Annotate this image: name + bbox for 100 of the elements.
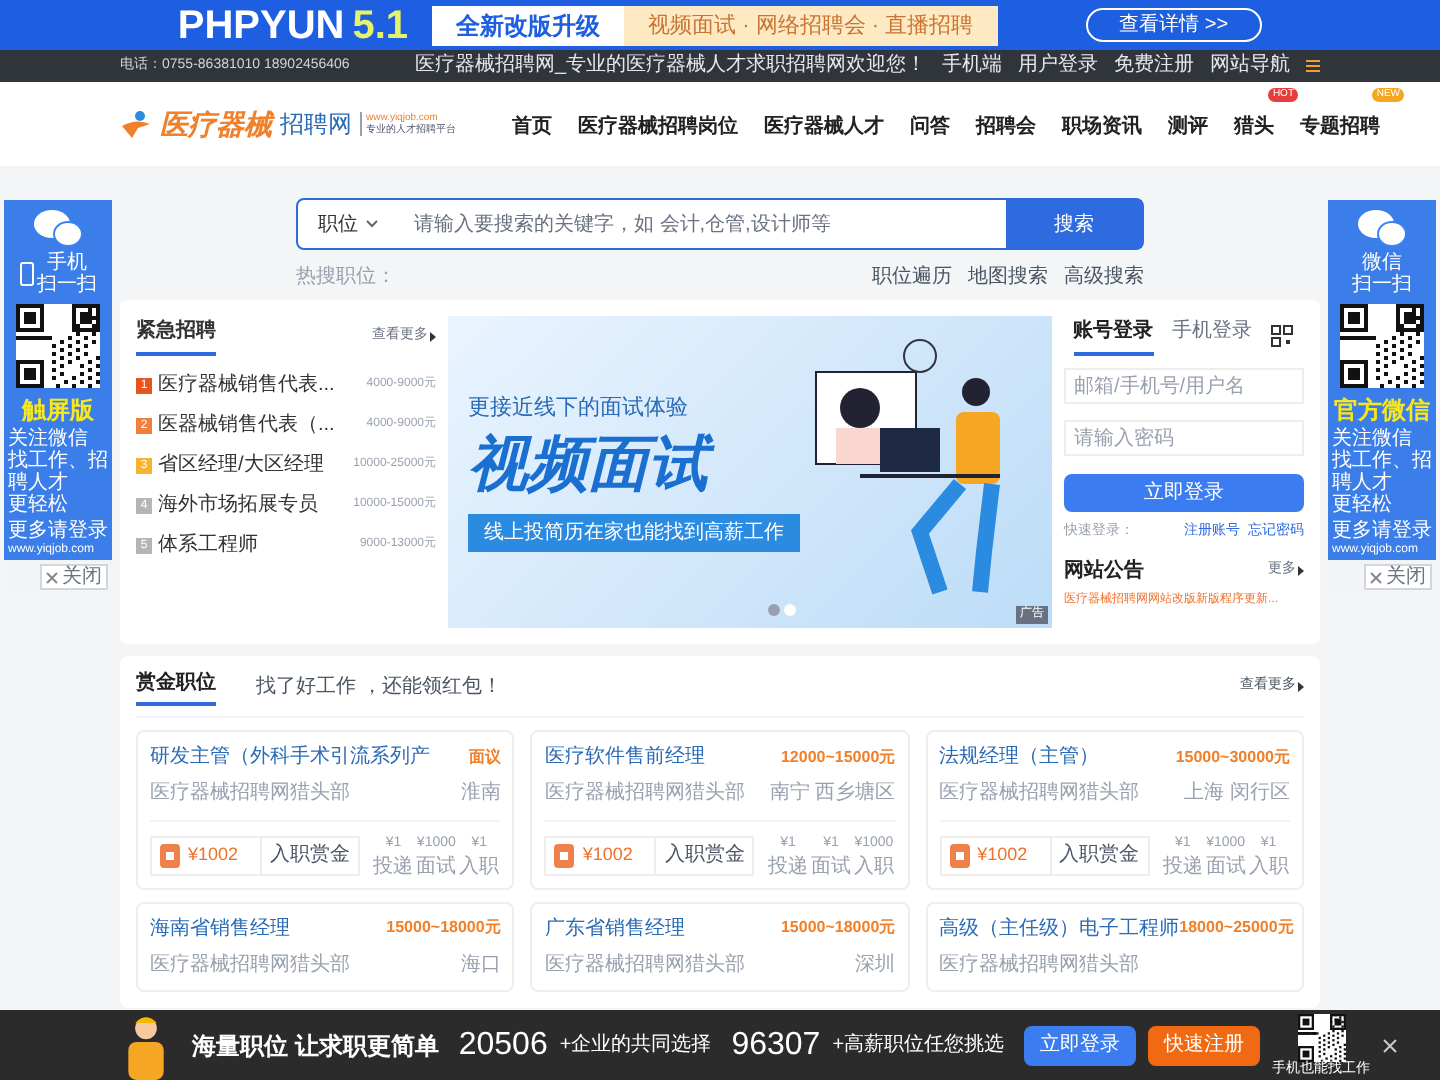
job-link[interactable]: 体系工程师 [158, 530, 258, 560]
reward-label: 入职赏金 [654, 835, 753, 876]
ad-text: 更轻松 [8, 494, 70, 516]
job-title[interactable]: 法规经理（主管） [939, 742, 1100, 772]
step-label: 投递 [373, 855, 414, 877]
job-link[interactable]: 海外市场拓展专员 [158, 490, 318, 520]
nav-link[interactable]: 医疗器械招聘岗位 [578, 116, 738, 138]
company-name: 医疗器械招聘网猎头部 [544, 779, 745, 808]
search-link[interactable]: 高级搜索 [1064, 262, 1144, 292]
job-salary: 15000~30000元 [1175, 745, 1290, 769]
reward-label: 入职赏金 [260, 835, 358, 876]
nav-link[interactable]: 猎头 [1234, 116, 1274, 138]
menu-icon[interactable] [1306, 60, 1320, 72]
job-location: 淮南 [460, 779, 501, 808]
runner-logo-icon [120, 110, 152, 138]
search-field[interactable]: 职位 请输入要搜索的关键字，如 会计,仓管,设计师等 搜索 [296, 198, 1144, 250]
company-name: 医疗器械招聘网猎头部 [150, 951, 350, 979]
login-button[interactable]: 立即登录 [1064, 474, 1304, 512]
banner-headline: 全新改版升级 [432, 5, 625, 45]
company-count-label: +企业的共同选择 [559, 1031, 712, 1060]
top-link[interactable]: 网站导航 [1210, 54, 1290, 78]
banner-subtitle: 更接近线下的面试体验 [468, 393, 690, 425]
close-button[interactable]: 关闭 [40, 564, 108, 590]
nav-link[interactable]: 医疗器械人才 [764, 116, 884, 138]
top-link[interactable]: 用户登录 [1018, 54, 1098, 78]
step-label: 面试 [810, 855, 851, 877]
nav-link[interactable]: 招聘会 [976, 116, 1036, 138]
step-label: 入职 [1248, 855, 1289, 877]
ad-title: 触屏版 [22, 394, 94, 427]
details-button[interactable]: 查看详情 >> [1085, 8, 1263, 42]
promo-banner[interactable]: PHPYUN 5.1 全新改版升级 视频面试 · 网络招聘会 · 直播招聘 查看详情 >> [0, 0, 1440, 50]
banner-tagline: 视频面试 · 网络招聘会 · 直播招聘 [624, 5, 998, 45]
caret-right-icon [1298, 565, 1304, 575]
job-link[interactable]: 医器械销售代表（... [158, 410, 335, 440]
qr-code-icon[interactable] [1270, 324, 1295, 348]
welcome-text: 医疗器械招聘网_专业的医疗器械人才求职招聘网欢迎您！ [414, 54, 926, 78]
section-subtitle: 找了好工作 ，还能领红包！ [256, 673, 502, 702]
reward-label: 入职赏金 [1049, 835, 1148, 876]
job-salary: 18000~25000元 [1179, 916, 1294, 940]
login-tab[interactable]: 账号登录 [1073, 316, 1154, 356]
qr-code [1297, 1013, 1346, 1061]
close-icon[interactable] [1382, 1037, 1399, 1053]
nav-link[interactable]: 职场资讯 [1062, 116, 1142, 138]
nav-link[interactable]: 首页 [512, 116, 552, 138]
top-link[interactable]: 免费注册 [1114, 54, 1194, 78]
job-link[interactable]: 医疗器械销售代表... [158, 370, 335, 400]
job-title[interactable]: 广东省销售经理 [544, 913, 685, 943]
top-link[interactable]: 手机端 [942, 54, 1002, 78]
ad-more: 更多请登录 [8, 520, 108, 542]
job-card[interactable]: 海南省销售经理 15000~18000元 医疗器械招聘网猎头部 海口 [136, 901, 515, 991]
version-number: 5.1 [352, 5, 409, 45]
company-name: 医疗器械招聘网猎头部 [150, 779, 350, 808]
search-link[interactable]: 职位遍历 [872, 262, 952, 292]
username-field[interactable]: 邮箱/手机号/用户名 [1064, 368, 1304, 404]
login-tab[interactable]: 手机登录 [1171, 316, 1252, 356]
job-card[interactable]: 高级（主任级）电子工程师18000~25000元 医疗器械招聘网猎头部 [925, 901, 1304, 991]
login-button[interactable]: 立即登录 [1024, 1025, 1137, 1065]
job-title[interactable]: 医疗软件售前经理 [544, 742, 705, 772]
category-dropdown[interactable]: 职位 [298, 200, 398, 248]
job-link[interactable]: 省区经理/大区经理 [158, 450, 324, 480]
job-card[interactable]: 广东省销售经理 15000~18000元 医疗器械招聘网猎头部 深圳 [530, 901, 910, 991]
job-location: 上海 闵行区 [1184, 779, 1290, 808]
scan-text: 扫一扫 [1352, 274, 1412, 296]
chat-bubbles-icon [32, 208, 84, 248]
close-button[interactable]: 关闭 [1364, 564, 1432, 590]
bottom-slogan: 海量职位 让求职更简单 [192, 1029, 439, 1063]
close-icon [46, 571, 58, 583]
ad-text: 更轻松 [1332, 494, 1394, 516]
job-title[interactable]: 研发主管（外科手术引流系列产 [150, 742, 430, 772]
scan-text: 微信 [1362, 252, 1402, 274]
scan-text: 手机 [47, 252, 87, 274]
job-salary: 面议 [468, 745, 501, 769]
chat-bubbles-icon [1356, 208, 1408, 248]
job-title[interactable]: 高级（主任级）电子工程师 [939, 913, 1180, 943]
company-count: 20506 [458, 1025, 548, 1065]
reward-amount: ¥1002 [188, 842, 241, 868]
step-label: 投递 [768, 855, 809, 877]
job-title[interactable]: 海南省销售经理 [150, 913, 290, 943]
brand-name: PHPYUN [177, 5, 345, 45]
logo-name: 医疗器械 [160, 105, 272, 143]
reward-amount: ¥1002 [977, 842, 1030, 868]
ad-title: 官方微信 [1334, 394, 1430, 427]
logo-suffix: 招聘网 [280, 108, 352, 142]
phone-icon [19, 262, 33, 286]
chevron-down-icon [366, 220, 378, 228]
ad-more: 更多请登录 [1332, 520, 1432, 542]
password-field[interactable]: 请输入密码 [1064, 420, 1304, 456]
scan-text: 扫一扫 [37, 274, 97, 296]
step-label: 入职 [853, 855, 894, 877]
search-link[interactable]: 地图搜索 [968, 262, 1048, 292]
section-title: 紧急招聘 [136, 316, 216, 356]
search-button[interactable]: 搜索 [1006, 200, 1142, 248]
step-label: 投递 [1162, 855, 1203, 877]
job-salary: 15000~18000元 [780, 916, 896, 940]
nav-link[interactable]: 专题招聘 [1300, 116, 1380, 138]
company-name: 医疗器械招聘网猎头部 [544, 951, 745, 979]
nav-link[interactable]: 测评 [1168, 116, 1208, 138]
nav-link[interactable]: 问答 [910, 116, 950, 138]
job-count: 96307 [731, 1025, 821, 1065]
job-count-label: +高薪职位任您挑选 [832, 1031, 1005, 1060]
